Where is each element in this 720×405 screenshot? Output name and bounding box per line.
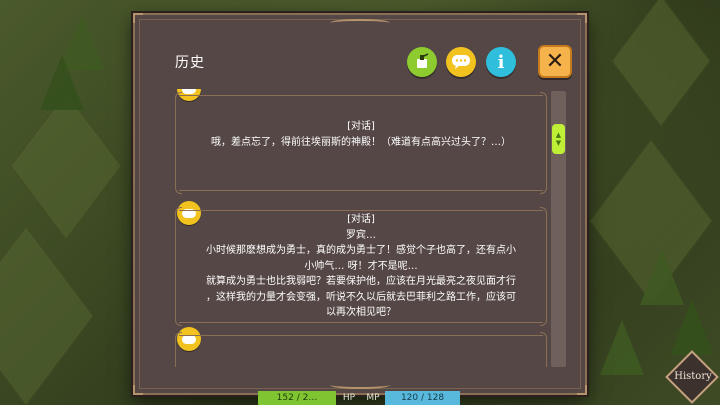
history-panel: 历史 i ✕ [对话] 哦，差点忘了，得前往埃丽斯的神殿！（难道有点高兴过头了？…: [133, 13, 587, 395]
entry-tag: [对话]: [347, 214, 375, 225]
speech-bubble-icon: [452, 55, 470, 69]
log-entry: [对话] 罗宾… 小时候那麽想成为勇士，真的成为勇士了！感觉个子也高了，还有点小…: [175, 207, 547, 326]
chevron-up-icon: ▲: [555, 131, 562, 139]
history-button-label: History: [674, 371, 712, 382]
log-entry: [175, 332, 547, 367]
hp-bar: 152 / 2…: [258, 391, 336, 405]
entry-line: 小帅气… 呀！才不是呢…: [304, 260, 418, 272]
info-icon: i: [497, 51, 505, 73]
entry-speaker: 罗宾…: [346, 229, 376, 241]
hp-label: HP: [342, 393, 356, 403]
dialogue-log-button[interactable]: [446, 47, 476, 77]
close-button[interactable]: ✕: [538, 45, 572, 78]
history-log[interactable]: [对话] 哦，差点忘了，得前往埃丽斯的神殿！（难道有点高兴过头了？…） [对话]…: [169, 89, 547, 367]
scroll-thumb[interactable]: ▲ ▼: [552, 124, 565, 154]
panel-title: 历史: [175, 55, 205, 71]
chevron-down-icon: ▼: [555, 139, 562, 147]
mp-label: MP: [366, 393, 380, 403]
entry-line: 小时候那麽想成为勇士，真的成为勇士了！感觉个子也高了，还有点小: [206, 245, 516, 256]
log-entry: [对话] 哦，差点忘了，得前往埃丽斯的神殿！（难道有点高兴过头了？…）: [175, 92, 547, 194]
entry-line: 哦，差点忘了，得前往埃丽斯的神殿！（难道有点高兴过头了？…）: [211, 137, 511, 148]
history-button[interactable]: History: [665, 350, 719, 404]
info-button[interactable]: i: [486, 47, 516, 77]
entry-line: 就算成为勇士也比我弱吧？若要保护他，应该在月光最亮之夜见面才行: [206, 276, 516, 287]
entry-line: 以再次相见吧？: [326, 307, 396, 318]
scrollbar[interactable]: ▲ ▼: [551, 91, 566, 367]
panel-ornament-top: [330, 19, 390, 27]
auto-play-button[interactable]: [407, 47, 437, 77]
entry-tag: [对话]: [347, 121, 375, 132]
close-icon: ✕: [545, 49, 565, 74]
panel-ornament-bottom: [330, 381, 390, 389]
mp-bar: 120 / 128: [385, 391, 460, 405]
entry-line: ，这样我的力量才会变强，听说不久以后就去巴菲利之路工作，应该可: [206, 291, 516, 303]
auto-play-icon: [417, 53, 429, 68]
